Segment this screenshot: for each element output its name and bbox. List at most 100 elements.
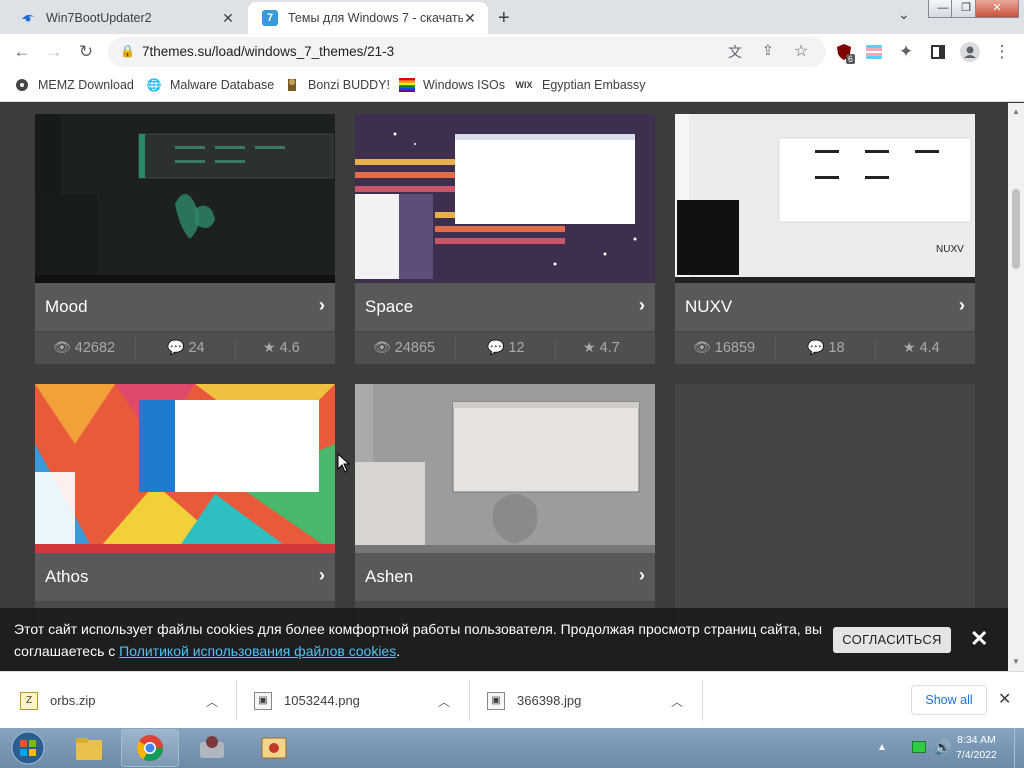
show-hidden-icons-icon[interactable]: ▲	[877, 742, 887, 753]
chrome-taskbar-button[interactable]	[121, 729, 179, 767]
bookmark-malware-database[interactable]: 🌐 Malware Database	[146, 77, 275, 93]
theme-name-bar[interactable]: Athos ›	[35, 553, 335, 601]
download-item[interactable]: Z orbs.zip ︿	[20, 672, 235, 729]
back-button[interactable]: ←	[10, 40, 34, 64]
bookmark-egyptian-embassy[interactable]: WIX Egyptian Embassy	[514, 77, 646, 93]
pride-extension-icon[interactable]	[862, 40, 886, 64]
close-tab-icon[interactable]: ✕	[462, 10, 478, 26]
tab-search-button[interactable]: ⌄	[898, 6, 910, 23]
translate-icon[interactable]: 文	[728, 42, 742, 62]
chevron-up-icon[interactable]: ︿	[206, 693, 218, 710]
start-orb-button[interactable]	[0, 729, 56, 767]
bookmarks-bar: MEMZ Download 🌐 Malware Database Bonzi B…	[0, 70, 1024, 102]
chevron-up-icon[interactable]: ︿	[671, 693, 683, 710]
download-item[interactable]: ▣ 366398.jpg ︿	[487, 672, 702, 729]
close-shelf-icon[interactable]: ✕	[998, 689, 1011, 709]
new-tab-button[interactable]: +	[498, 7, 510, 30]
image-file-icon: ▣	[487, 691, 505, 710]
chevron-right-icon[interactable]: ›	[319, 565, 325, 586]
theme-card-mood[interactable]: Mood › 👁 42682 💬 24 ★ 4.6	[35, 114, 335, 364]
rating-stat: ★ 4.4	[903, 339, 940, 356]
rating-value: 4.7	[599, 339, 620, 356]
profile-avatar-icon[interactable]	[958, 40, 982, 64]
toolbar: ← → ↻ 🔒 7themes.su/load/windows_7_themes…	[0, 34, 1024, 70]
theme-name-bar[interactable]: NUXV ›	[675, 283, 975, 331]
bookmark-windows-isos[interactable]: Windows ISOs	[399, 77, 505, 93]
ublock-extension-icon[interactable]: 6	[832, 40, 856, 64]
bookmark-bonzi-buddy[interactable]: Bonzi BUDDY!	[284, 77, 390, 93]
theme-thumbnail[interactable]	[355, 384, 655, 553]
close-cookie-icon[interactable]: ✕	[970, 626, 988, 652]
theme-card-nuxv[interactable]: NUXV NUXV › 👁 16859 💬 18 ★ 4.4	[675, 114, 975, 364]
tab-7themes[interactable]: 7 Темы для Windows 7 - скачать т ✕	[248, 2, 488, 34]
network-tray-icon[interactable]	[912, 741, 926, 753]
theme-stats: 👁 42682 💬 24 ★ 4.6	[35, 331, 335, 364]
app4-taskbar-button[interactable]	[245, 729, 303, 767]
theme-name-bar[interactable]: Space ›	[355, 283, 655, 331]
side-panel-icon[interactable]	[926, 40, 950, 64]
forward-button[interactable]: →	[42, 40, 66, 64]
extensions-puzzle-icon[interactable]: ✦	[894, 40, 918, 64]
chevron-right-icon[interactable]: ›	[639, 295, 645, 316]
comments-count: 18	[828, 339, 845, 356]
scroll-down-arrow-icon[interactable]: ▼	[1012, 657, 1020, 666]
windows-flag-icon	[399, 77, 415, 93]
menu-kebab-icon[interactable]: ⋮	[990, 40, 1014, 64]
reload-button[interactable]: ↻	[74, 40, 98, 64]
address-bar[interactable]: 🔒 7themes.su/load/windows_7_themes/21-3 …	[108, 37, 826, 67]
theme-card-space[interactable]: Space › 👁 24865 💬 12 ★ 4.7	[355, 114, 655, 364]
close-tab-icon[interactable]: ✕	[220, 10, 236, 26]
theme-card-placeholder	[675, 384, 975, 634]
bookmark-memz[interactable]: MEMZ Download	[14, 77, 134, 93]
close-window-button[interactable]: ✕	[975, 0, 1019, 18]
download-item[interactable]: ▣ 1053244.png ︿	[254, 672, 469, 729]
chevron-right-icon[interactable]: ›	[959, 295, 965, 316]
show-all-button[interactable]: Show all	[911, 685, 987, 715]
star-icon: ★	[903, 339, 916, 355]
views-count: 24865	[394, 339, 436, 356]
theme-thumbnail[interactable]: NUXV	[675, 114, 975, 283]
download-filename: 1053244.png	[284, 693, 360, 708]
bookmark-star-icon[interactable]: ☆	[794, 41, 808, 61]
explorer-taskbar-button[interactable]	[60, 729, 118, 767]
chrome-icon	[136, 735, 164, 762]
share-icon[interactable]: ⇪	[762, 42, 774, 59]
comments-count: 24	[188, 339, 205, 356]
agree-button[interactable]: СОГЛАСИТЬСЯ	[833, 627, 951, 653]
app3-icon	[200, 736, 224, 758]
views-stat: 👁 42682	[53, 339, 115, 356]
extension-badge: 6	[846, 54, 856, 64]
volume-icon[interactable]: 🔊	[934, 739, 951, 756]
lock-icon[interactable]: 🔒	[120, 44, 135, 58]
theme-name-bar[interactable]: Ashen ›	[355, 553, 655, 601]
clock-date: 7/4/2022	[956, 749, 997, 761]
theme-thumbnail[interactable]	[355, 114, 655, 283]
chevron-up-icon[interactable]: ︿	[438, 693, 450, 710]
chevron-right-icon[interactable]: ›	[319, 295, 325, 316]
windows-logo-icon	[11, 731, 45, 765]
chevron-right-icon[interactable]: ›	[639, 565, 645, 586]
rating-stat: ★ 4.6	[263, 339, 300, 356]
eye-icon: 👁	[373, 339, 391, 355]
theme-stats: 👁 16859 💬 18 ★ 4.4	[675, 331, 975, 364]
theme-name-bar[interactable]: Mood ›	[35, 283, 335, 331]
page-content: Mood › 👁 42682 💬 24 ★ 4.6 Space › 👁 2486…	[0, 103, 1008, 671]
star-icon: ★	[263, 339, 276, 355]
comments-icon: 💬	[487, 339, 505, 355]
theme-thumbnail[interactable]	[35, 384, 335, 553]
cookie-banner: Этот сайт использует файлы cookies для б…	[0, 608, 1008, 671]
scroll-up-arrow-icon[interactable]: ▲	[1012, 107, 1020, 116]
tab-win7bootupdater[interactable]: Win7BootUpdater2 ✕	[6, 2, 246, 34]
theme-card-ashen[interactable]: Ashen ›	[355, 384, 655, 634]
cookie-message-end: .	[396, 642, 401, 659]
views-count: 42682	[74, 339, 116, 356]
app3-taskbar-button[interactable]	[183, 729, 241, 767]
show-desktop-button[interactable]	[1014, 728, 1024, 768]
page-scrollbar[interactable]: ▲ ▼	[1008, 103, 1024, 671]
cookie-policy-link[interactable]: Политикой использования файлов cookies	[119, 643, 396, 659]
theme-card-athos[interactable]: Athos ›	[35, 384, 335, 634]
theme-thumbnail[interactable]	[35, 114, 335, 283]
divider	[455, 338, 456, 360]
taskbar-clock[interactable]: 8:34 AM 7/4/2022	[956, 733, 997, 763]
scrollbar-thumb[interactable]	[1012, 189, 1020, 269]
